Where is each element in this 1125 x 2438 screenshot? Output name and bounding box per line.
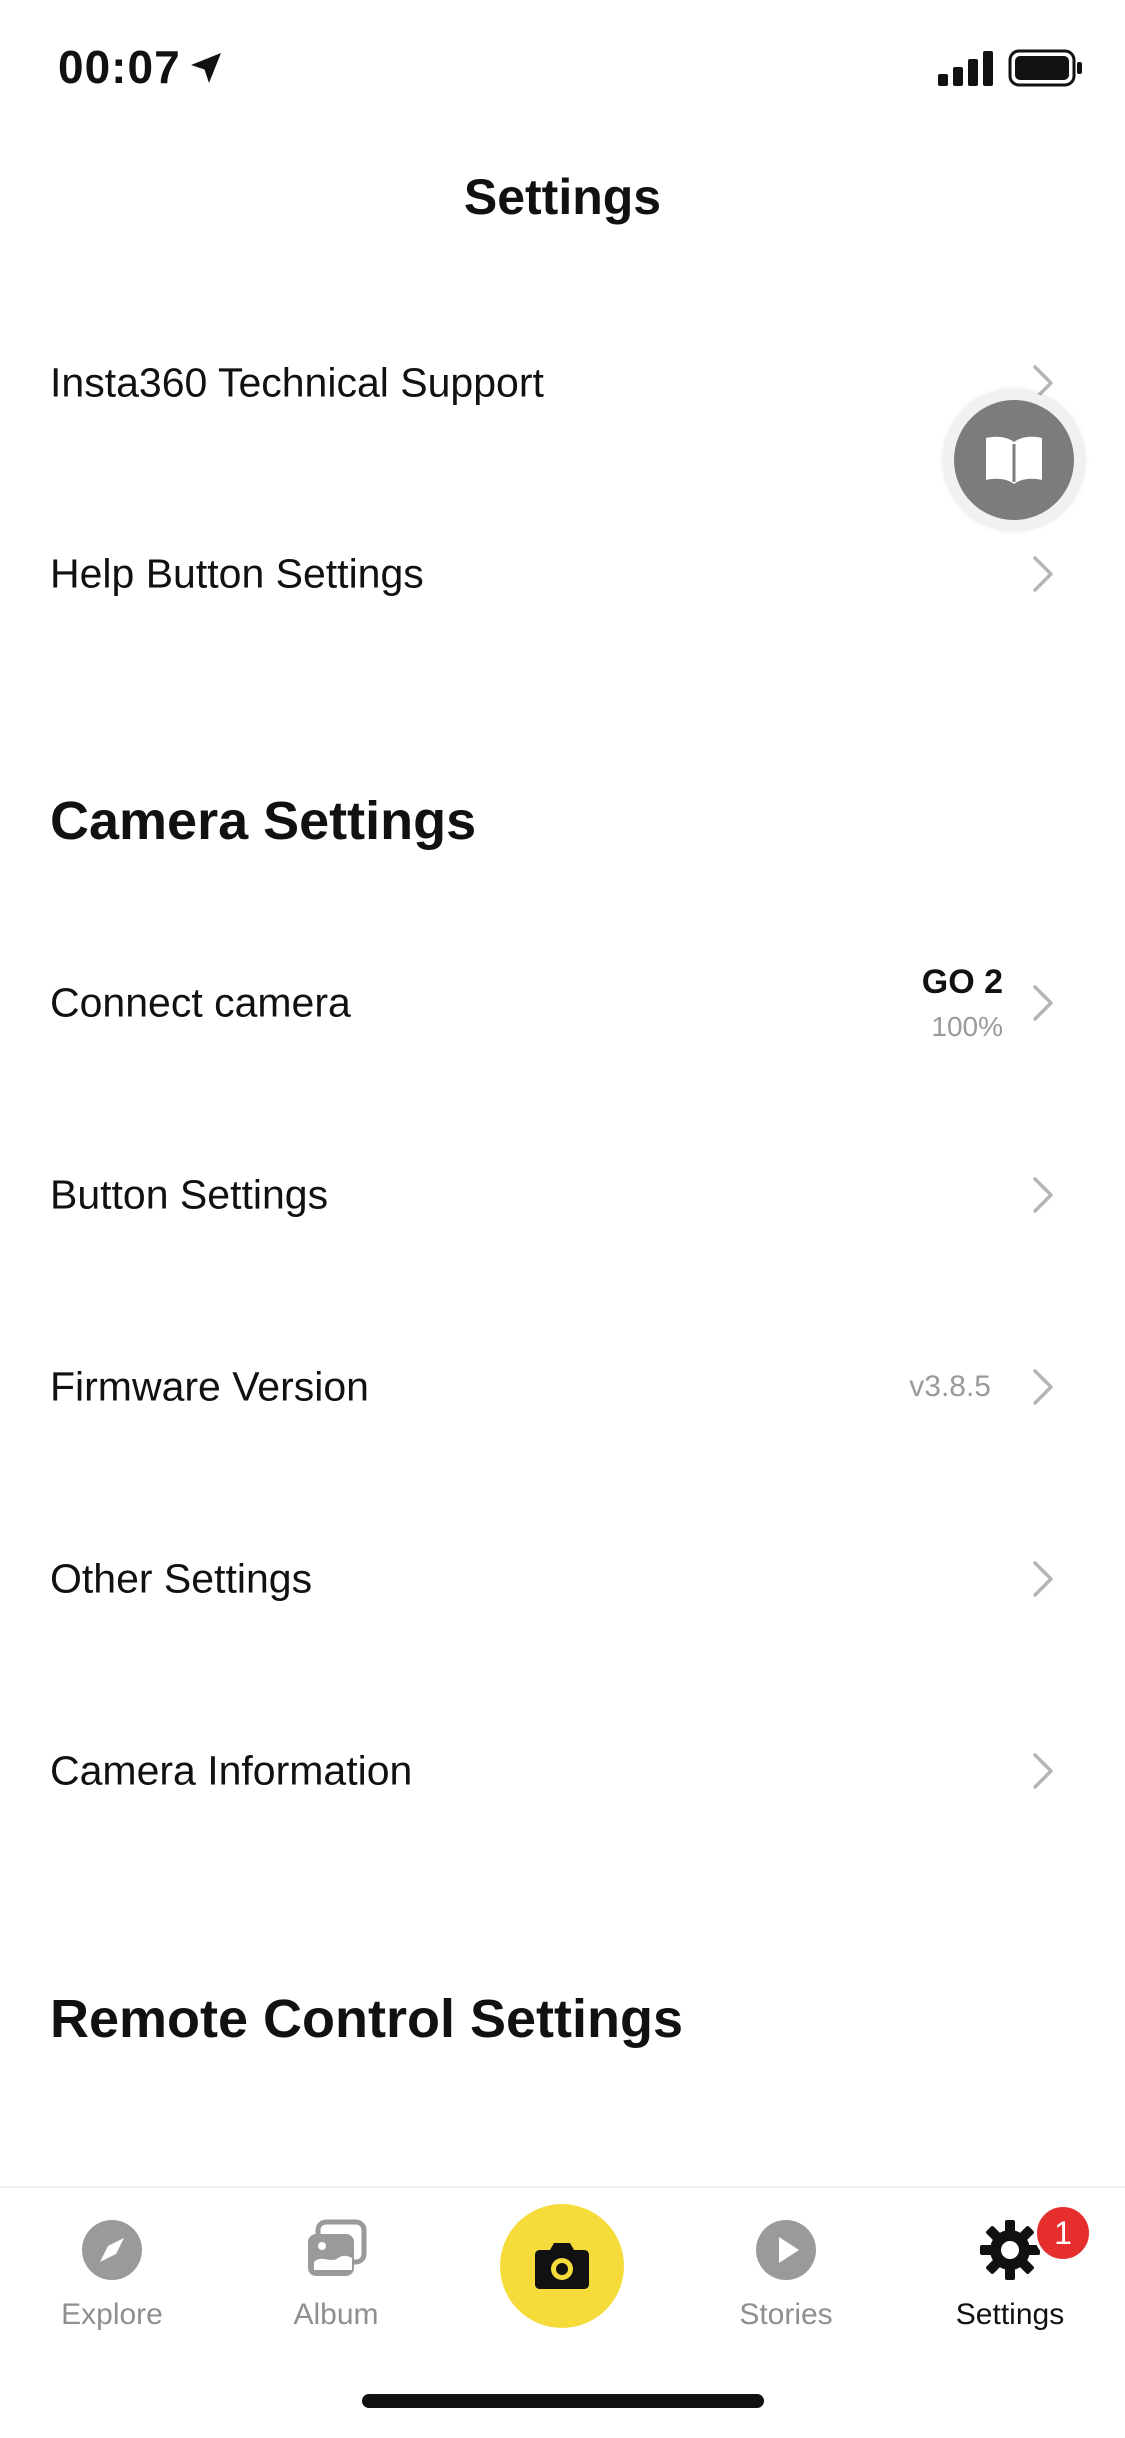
row-label: Firmware Version [50,1363,369,1410]
row-label: Insta360 Technical Support [50,359,544,406]
camera-status: GO 2 100% [922,958,1003,1048]
row-camera-information[interactable]: Camera Information [0,1676,1125,1866]
row-label: Camera Information [50,1747,413,1794]
battery-icon [1008,49,1082,87]
row-label: Connect camera [50,979,351,1026]
status-bar: 00:07 [0,0,1125,140]
tab-stories[interactable]: Stories [696,2218,876,2358]
cellular-signal-icon [938,51,993,86]
tab-camera[interactable] [500,2204,624,2328]
tab-label: Settings [955,2298,1065,2331]
page-title: Settings [463,169,662,225]
camera-battery: 100% [931,1011,1003,1042]
camera-icon [535,2243,589,2289]
tab-album[interactable]: Album [246,2218,426,2358]
row-label: Button Settings [50,1171,329,1218]
row-button-settings[interactable]: Button Settings [0,1100,1125,1290]
chevron-right-icon [1033,1561,1053,1597]
chevron-right-icon [1033,1753,1053,1789]
row-help-button-settings[interactable]: Help Button Settings [0,479,1125,669]
row-label: Help Button Settings [50,550,424,597]
tab-explore[interactable]: Explore [22,2218,202,2358]
album-icon [308,2219,367,2276]
chevron-right-icon [1033,985,1053,1021]
status-time: 00:07 [58,41,181,93]
firmware-version-value: v3.8.5 [909,1370,991,1403]
chevron-right-icon [1033,556,1053,592]
tab-label: Explore [61,2298,163,2331]
row-label: Other Settings [50,1555,313,1602]
book-icon [986,436,1042,484]
notification-badge: 1 [1034,2204,1092,2262]
chevron-right-icon [1033,1369,1053,1405]
compass-icon [82,2220,142,2280]
row-firmware-version[interactable]: Firmware Version v3.8.5 [0,1292,1125,1482]
gear-icon [980,2220,1040,2280]
camera-model: GO 2 [921,963,1003,1001]
chevron-right-icon [1033,1177,1053,1213]
section-header-remote-control-settings: Remote Control Settings [50,1989,684,2049]
location-arrow-icon [191,53,221,83]
play-icon [756,2220,816,2280]
floating-help-inner [954,400,1074,520]
home-indicator [362,2394,764,2408]
floating-help-button[interactable] [944,390,1084,530]
tab-label: Album [293,2298,379,2331]
row-connect-camera[interactable]: Connect camera GO 2 100% [0,908,1125,1098]
section-header-camera-settings: Camera Settings [50,791,477,851]
tab-label: Stories [739,2298,833,2331]
row-other-settings[interactable]: Other Settings [0,1484,1125,1674]
